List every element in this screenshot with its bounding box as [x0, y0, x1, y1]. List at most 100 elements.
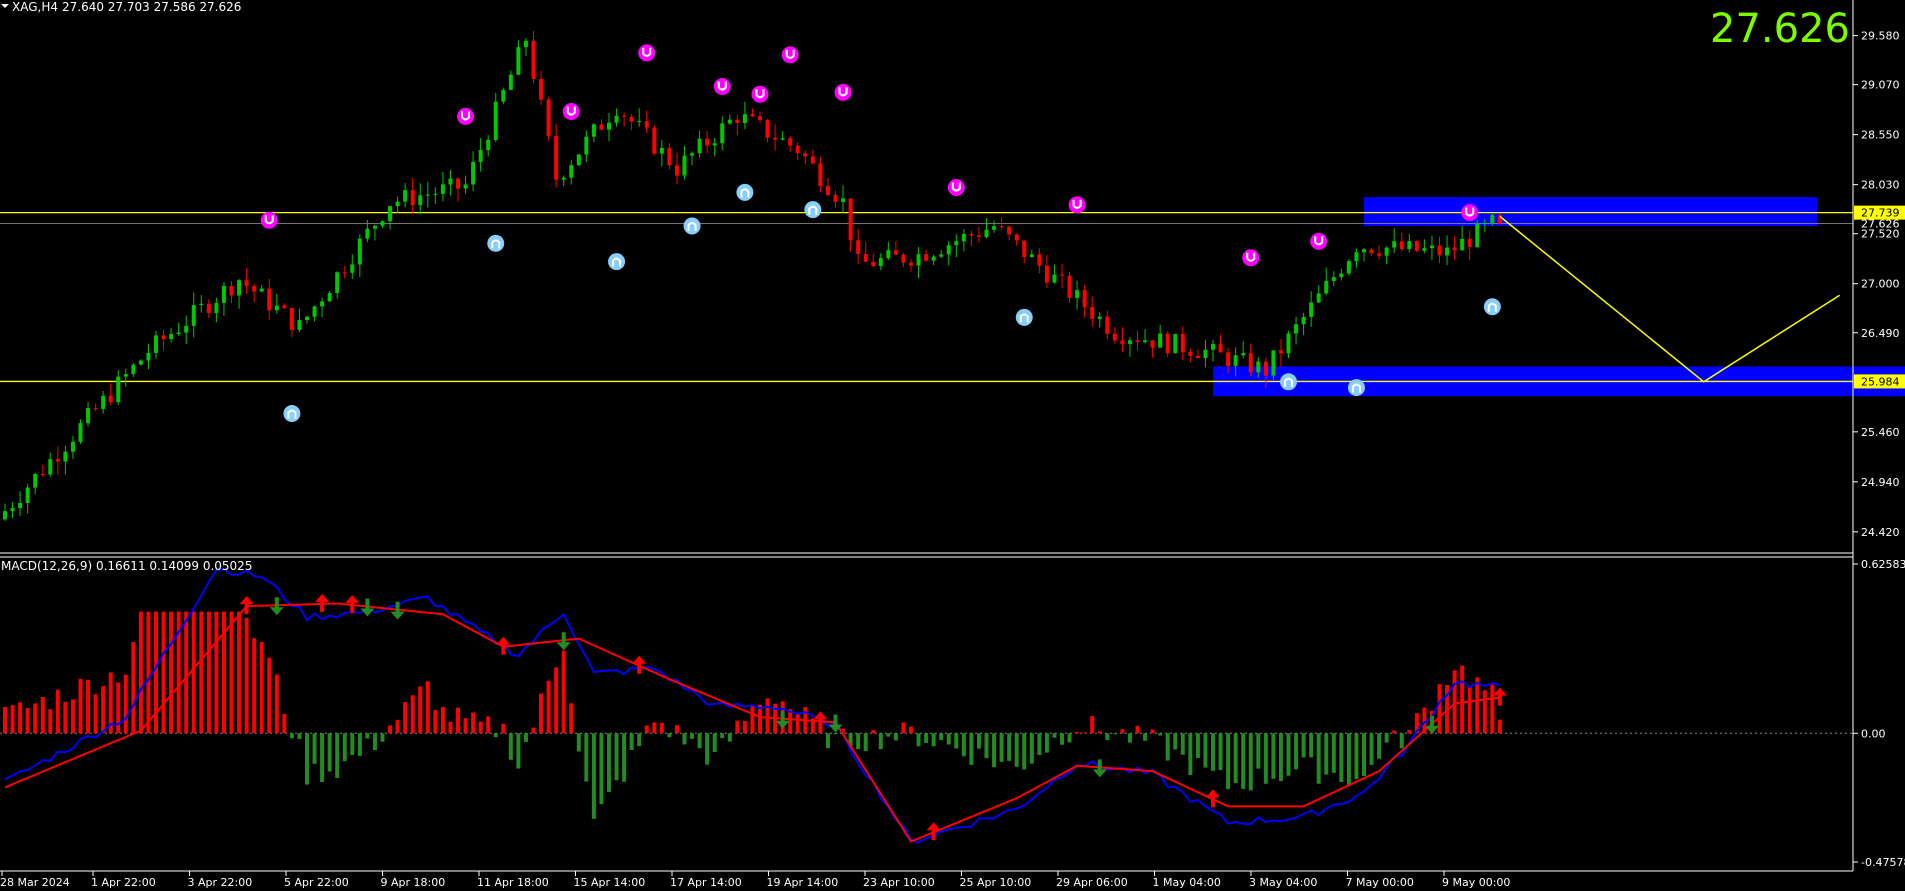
macd-hist-bar [440, 707, 445, 734]
macd-hist-bar [924, 733, 929, 743]
macd-hist-bar [750, 705, 755, 734]
macd-hist-bar [1052, 733, 1057, 738]
macd-hist-bar [1460, 665, 1465, 734]
candle [1475, 219, 1480, 248]
macd-hist-bar [1271, 733, 1276, 779]
macd-hist-bar [1127, 733, 1132, 743]
svg-text:27.626: 27.626 [1861, 218, 1900, 231]
time-tick-label: 1 Apr 22:00 [91, 876, 156, 889]
big-price: 27.626 [1710, 6, 1850, 52]
fractal-down-icon [1280, 373, 1297, 391]
macd-hist-bar [1075, 732, 1080, 734]
macd-hist-bar [305, 733, 309, 785]
macd-hist-bar [1007, 733, 1012, 761]
macd-hist-bar [1022, 733, 1027, 770]
zone-0[interactable] [1364, 197, 1817, 227]
macd-hist-bar [86, 679, 91, 734]
macd-hist-bar [169, 611, 174, 734]
macd-hist-bar [1482, 690, 1487, 734]
macd-hist-bar [10, 705, 15, 734]
time-tick-label: 9 Apr 18:00 [381, 876, 446, 889]
time-tick-label: 3 May 04:00 [1249, 876, 1317, 889]
macd-hist-bar [78, 678, 83, 734]
macd-hist-bar [214, 611, 219, 734]
macd-hist-bar [546, 680, 551, 734]
macd-hist-bar [599, 733, 604, 805]
macd-hist-bar [667, 733, 672, 738]
macd-hist-bar [48, 709, 53, 734]
macd-hist-bar [425, 681, 430, 734]
macd-hist-bar [252, 638, 257, 734]
macd-hist-bar [478, 721, 483, 734]
macd-hist-bar [55, 689, 60, 734]
macd-hist-bar [206, 611, 211, 734]
macd-hist-bar [327, 733, 332, 772]
macd-hist-bar [1195, 733, 1200, 758]
macd-hist-bar [969, 733, 974, 765]
macd-hist-bar [244, 617, 249, 734]
macd-hist-bar [886, 733, 891, 737]
macd-hist-bar [539, 693, 544, 734]
price-tick-label: 24.940 [1861, 476, 1900, 489]
price-tick-label: 25.460 [1861, 426, 1900, 439]
macd-hist-bar [523, 733, 528, 742]
macd-hist-bar [1158, 733, 1163, 736]
macd-hist-bar [1339, 733, 1344, 782]
fractal-down-icon [1015, 308, 1033, 326]
macd-hist-bar [297, 733, 302, 740]
time-tick-label: 15 Apr 14:00 [574, 876, 646, 889]
macd-hist-bar [1362, 733, 1366, 776]
svg-text:25.984: 25.984 [1861, 375, 1900, 388]
macd-hist-bar [659, 722, 664, 734]
candle [576, 154, 581, 166]
macd-hist-bar [1029, 733, 1034, 764]
macd-hist-bar [395, 720, 400, 734]
macd-hist-bar [992, 733, 997, 768]
macd-hist-bar [1452, 670, 1457, 734]
macd-hist-bar [282, 713, 287, 734]
time-tick-label: 9 May 00:00 [1442, 876, 1510, 889]
macd-hist-bar [682, 733, 687, 745]
time-tick-label: 17 Apr 14:00 [670, 876, 742, 889]
macd-hist-bar [1354, 733, 1359, 780]
fractal-up-icon [457, 107, 475, 125]
fractal-down-icon [1347, 379, 1365, 397]
macd-hist-bar [742, 720, 747, 734]
macd-hist-bar [939, 733, 944, 741]
macd-hist-bar [720, 733, 725, 739]
macd-hist-bar [961, 733, 966, 757]
candle [652, 124, 657, 156]
macd-hist-bar [1067, 733, 1072, 743]
macd-hist-bar [576, 733, 581, 752]
macd-hist-bar [705, 733, 710, 765]
ohlc-label: 27.640 27.703 27.586 27.626 [62, 0, 241, 14]
macd-hist-bar [871, 730, 876, 734]
macd-tick-label: -0.47578 [1861, 856, 1905, 869]
fractal-down-icon [1483, 298, 1501, 316]
macd-hist-bar [146, 611, 151, 734]
candle [1414, 240, 1419, 253]
macd-hist-bar [1090, 716, 1095, 734]
macd-hist-bar [712, 733, 717, 753]
price-tick-label: 26.490 [1861, 327, 1900, 340]
macd-hist-bar [1475, 677, 1480, 734]
macd-hist-bar [976, 733, 981, 749]
macd-hist-bar [531, 727, 536, 734]
macd-hist-bar [554, 667, 559, 734]
macd-hist-bar [1263, 733, 1268, 784]
macd-hist-bar [516, 733, 521, 769]
macd-hist-bar [561, 650, 566, 734]
macd-hist-bar [320, 733, 325, 783]
macd-hist-bar [229, 611, 234, 734]
macd-hist-bar [501, 723, 506, 734]
macd-hist-bar [101, 686, 106, 734]
macd-hist-bar [1316, 733, 1321, 784]
macd-hist-bar [637, 733, 642, 747]
macd-hist-bar [138, 611, 143, 734]
fractal-up-icon [260, 211, 278, 229]
macd-hist-bar [1165, 733, 1170, 761]
fractal-up-icon [562, 103, 580, 121]
macd-hist-bar [350, 733, 355, 755]
fractal-down-icon [683, 217, 701, 235]
fractal-up-icon [834, 83, 852, 101]
